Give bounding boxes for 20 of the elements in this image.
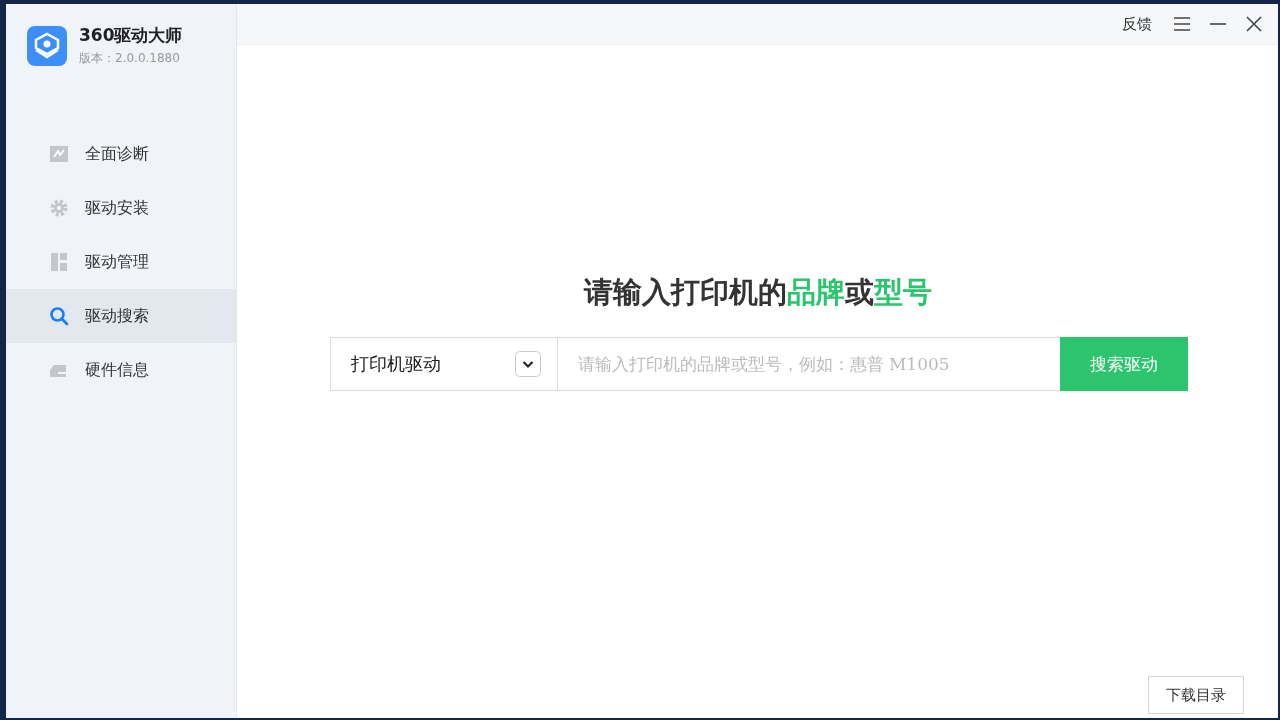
search-heading: 请输入打印机的品牌或型号 <box>583 274 932 311</box>
search-icon <box>49 306 69 326</box>
download-folder-button[interactable]: 下载目录 <box>1148 676 1244 714</box>
sidebar-item[interactable]: 驱动管理 <box>6 235 236 289</box>
app-name: 360驱动大师 <box>79 24 183 47</box>
search-field[interactable]: 请输入打印机的品牌或型号，例如：惠普 M1005 <box>557 337 1060 391</box>
category-dropdown[interactable]: 打印机驱动 <box>329 337 558 391</box>
app-version: 版本：2.0.0.1880 <box>79 50 181 67</box>
sidebar-item[interactable]: 驱动安装 <box>6 181 236 235</box>
app-logo-icon <box>27 25 67 66</box>
sidebar-item[interactable]: 硬件信息 <box>6 343 236 397</box>
grid-icon <box>49 252 69 272</box>
sidebar-item[interactable]: 全面诊断 <box>6 127 236 181</box>
chevron-down-icon <box>514 351 541 377</box>
sidebar-item[interactable]: 驱动搜索 <box>6 289 236 343</box>
menu-icon[interactable] <box>1172 14 1192 34</box>
gear-icon <box>49 198 69 218</box>
feedback-link[interactable]: 反馈 <box>1122 14 1152 34</box>
chart-icon <box>49 144 69 164</box>
close-icon[interactable] <box>1244 14 1264 34</box>
